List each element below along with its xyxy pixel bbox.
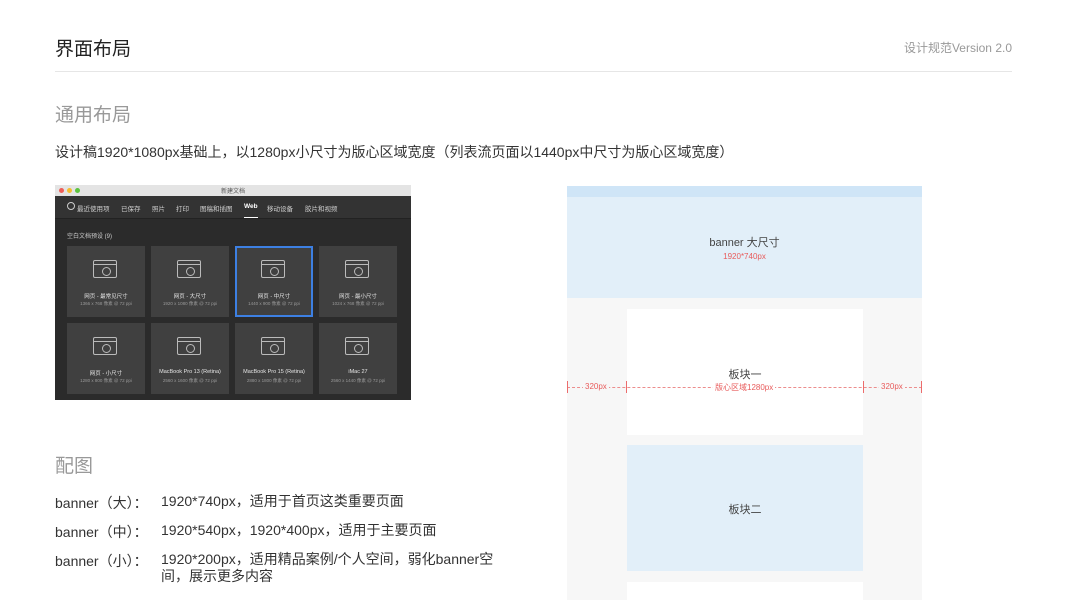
preset-card[interactable]: 网页 - 大尺寸 1920 x 1080 像素 @ 72 ppi [151,246,229,317]
preset-name: 网页 - 小尺寸 [89,371,123,377]
preset-name: 网页 - 最小尺寸 [339,294,377,300]
preset-card[interactable]: MacBook Pro 15 (Retina) 2880 x 1800 像素 @… [235,323,313,394]
clock-icon [67,202,75,210]
preset-name: 网页 - 最常见尺寸 [84,294,128,300]
preset-header: 空白文档预设 (9) [67,234,113,240]
right-margin-label: 320px [879,382,905,391]
tab-recent[interactable]: 最近使用项 [77,203,110,213]
preset-name: 网页 - 大尺寸 [173,294,207,300]
layout-description: 设计稿1920*1080px基础上，以1280px小尺寸为版心区域宽度（列表流页… [55,144,734,160]
web-document-icon [261,260,285,278]
preset-size: 1920 x 1080 像素 @ 72 ppi [162,301,218,306]
tab-web[interactable]: Web [244,203,258,218]
preset-size: 1024 x 768 像素 @ 72 ppi [332,301,384,306]
preset-size: 1366 x 768 像素 @ 72 ppi [80,301,132,306]
window-titlebar: 新建文档 [55,185,411,196]
preset-name: iMac 27 [348,369,368,375]
diagram-top-strip [567,186,922,197]
block-two: 板块二 [627,445,863,571]
tab-photo[interactable]: 照片 [152,203,165,213]
web-document-icon [177,337,201,355]
preset-size: 2880 x 1800 像素 @ 72 ppi [246,378,302,383]
version-label: 设计规范Version 2.0 [903,41,1012,55]
preset-card[interactable]: 网页 - 最常见尺寸 1366 x 768 像素 @ 72 ppi [67,246,145,317]
block-one-label: 板块一 [728,369,762,381]
tab-saved[interactable]: 已保存 [121,203,141,213]
banner-small-value: 1920*200px，适用精品案例/个人空间，弱化banner空间，展示更多内容 [161,551,494,584]
preset-size: 1280 x 800 像素 @ 72 ppi [80,378,132,383]
banner-size-label: 1920*740px [723,252,766,261]
banner-label: banner 大尺寸 [709,237,780,249]
preset-card[interactable]: 网页 - 小尺寸 1280 x 800 像素 @ 72 ppi [67,323,145,394]
measure-tick [626,381,627,393]
preset-card[interactable]: MacBook Pro 13 (Retina) 2560 x 1600 像素 @… [151,323,229,394]
layout-diagram: banner 大尺寸 1920*740px 板块一 320px 版心区域1280… [567,186,922,600]
header-divider [55,71,1012,72]
left-margin-label: 320px [583,382,609,391]
diagram-banner: banner 大尺寸 1920*740px [567,197,922,298]
web-document-icon [177,260,201,278]
block-one: 板块一 [627,309,863,435]
section-title-figure: 配图 [55,456,94,477]
preset-card[interactable]: 网页 - 最小尺寸 1024 x 768 像素 @ 72 ppi [319,246,397,317]
tab-mobile[interactable]: 移动设备 [267,203,293,213]
measure-tick [863,381,864,393]
tab-art[interactable]: 图稿和插图 [200,203,233,213]
preset-card[interactable]: iMac 27 2560 x 1440 像素 @ 72 ppi [319,323,397,394]
web-document-icon [345,337,369,355]
web-document-icon [345,260,369,278]
web-document-icon [93,337,117,355]
preset-size: 2560 x 1440 像素 @ 72 ppi [330,378,386,383]
measure-tick [567,381,568,393]
new-document-screenshot: 新建文档 最近使用项 已保存 照片 打印 图稿和插图 Web 移动设备 胶片和视… [55,185,411,400]
page-title: 界面布局 [55,39,132,60]
center-width-label: 版心区域1280px [713,382,776,393]
preset-name: MacBook Pro 15 (Retina) [243,369,305,375]
block-two-label: 板块二 [728,504,762,516]
tab-print[interactable]: 打印 [176,203,189,213]
banner-medium-key: banner（中）： [55,524,148,540]
preset-name: MacBook Pro 13 (Retina) [159,369,221,375]
block-three [627,582,863,600]
preset-name: 网页 - 中尺寸 [257,294,291,300]
web-document-icon [261,337,285,355]
banner-medium-value: 1920*540px，1920*400px，适用于主要页面 [161,522,437,538]
window-title: 新建文档 [220,189,245,195]
section-title-layout: 通用布局 [55,105,132,126]
preset-card-selected[interactable]: 网页 - 中尺寸 1440 x 900 像素 @ 72 ppi [235,246,313,317]
measure-tick [921,381,922,393]
tab-film[interactable]: 胶片和视频 [305,203,338,213]
banner-large-value: 1920*740px，适用于首页这类重要页面 [161,493,404,509]
preset-size: 1440 x 900 像素 @ 72 ppi [248,301,300,306]
preset-size: 2560 x 1600 像素 @ 72 ppi [162,378,218,383]
banner-large-key: banner（大）： [55,495,148,511]
web-document-icon [93,260,117,278]
banner-small-key: banner（小）： [55,553,148,569]
